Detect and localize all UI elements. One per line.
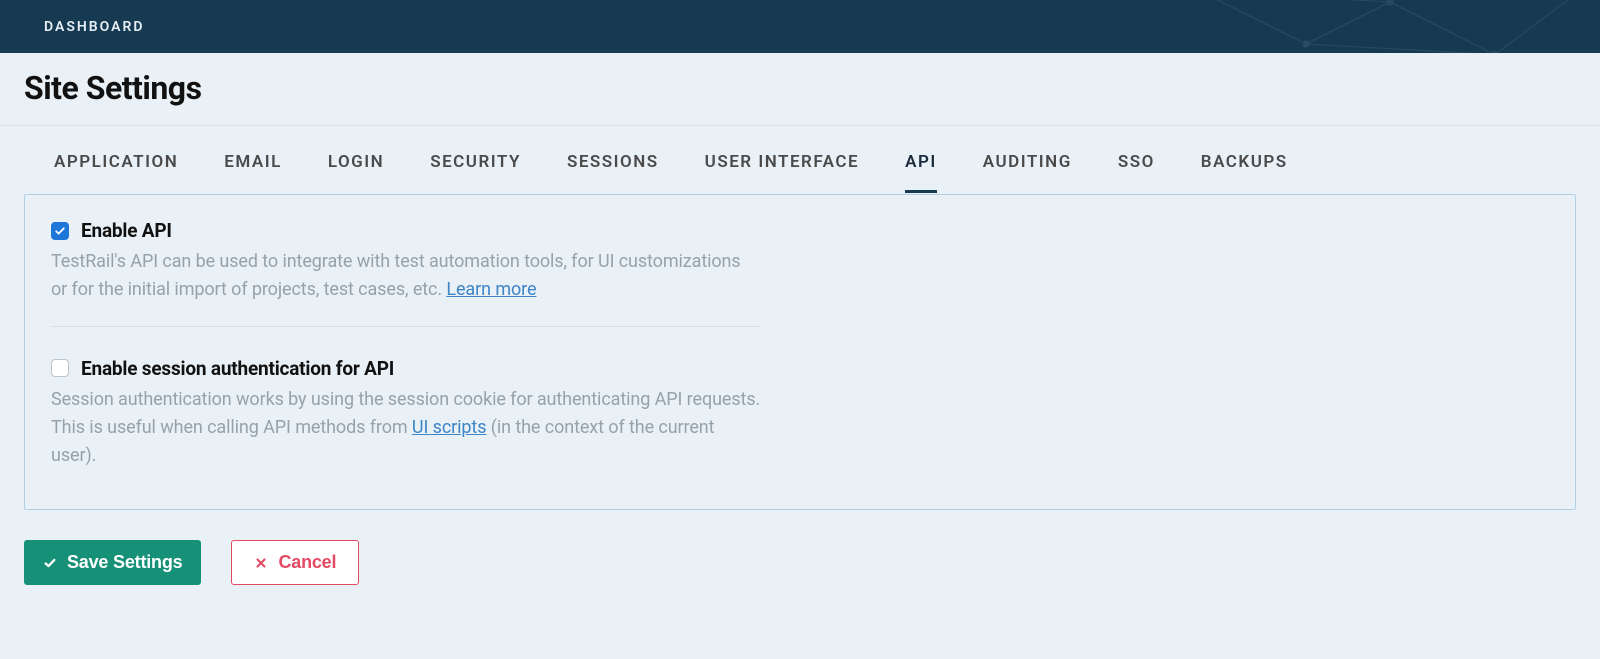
setting-session-auth: Enable session authentication for API Se… (51, 357, 761, 470)
close-icon (254, 556, 268, 570)
api-settings-panel: Enable API TestRail's API can be used to… (24, 194, 1576, 510)
tab-email[interactable]: EMAIL (224, 152, 282, 193)
tab-user-interface[interactable]: USER INTERFACE (705, 152, 859, 193)
learn-more-link[interactable]: Learn more (446, 279, 536, 300)
settings-tabs: APPLICATION EMAIL LOGIN SECURITY SESSION… (24, 126, 1576, 194)
cancel-button[interactable]: Cancel (231, 540, 359, 585)
check-icon (43, 556, 57, 570)
tab-security[interactable]: SECURITY (430, 152, 521, 193)
tab-sessions[interactable]: SESSIONS (567, 152, 659, 193)
decorative-network-graphic (1180, 0, 1600, 53)
setting-divider (51, 326, 761, 327)
save-button-label: Save Settings (67, 552, 182, 573)
check-icon (54, 225, 66, 237)
enable-api-label: Enable API (81, 219, 172, 242)
save-settings-button[interactable]: Save Settings (24, 540, 201, 585)
dashboard-link[interactable]: DASHBOARD (44, 19, 145, 35)
enable-api-description: TestRail's API can be used to integrate … (51, 248, 761, 304)
session-auth-checkbox[interactable] (51, 359, 69, 377)
tab-backups[interactable]: BACKUPS (1201, 152, 1288, 193)
cancel-button-label: Cancel (278, 552, 336, 573)
tab-application[interactable]: APPLICATION (54, 152, 178, 193)
tab-login[interactable]: LOGIN (328, 152, 384, 193)
ui-scripts-link[interactable]: UI scripts (412, 417, 487, 438)
setting-enable-api: Enable API TestRail's API can be used to… (51, 219, 761, 304)
page-title: Site Settings (24, 69, 1576, 107)
enable-api-checkbox[interactable] (51, 222, 69, 240)
enable-api-desc-text: TestRail's API can be used to integrate … (51, 251, 741, 300)
tab-sso[interactable]: SSO (1118, 152, 1155, 193)
tab-auditing[interactable]: AUDITING (983, 152, 1072, 193)
form-actions: Save Settings Cancel (24, 540, 1576, 585)
tab-api[interactable]: API (905, 152, 937, 193)
session-auth-description: Session authentication works by using th… (51, 386, 761, 470)
page-header: Site Settings (0, 53, 1600, 126)
session-auth-label: Enable session authentication for API (81, 357, 394, 380)
top-navbar: DASHBOARD (0, 0, 1600, 53)
